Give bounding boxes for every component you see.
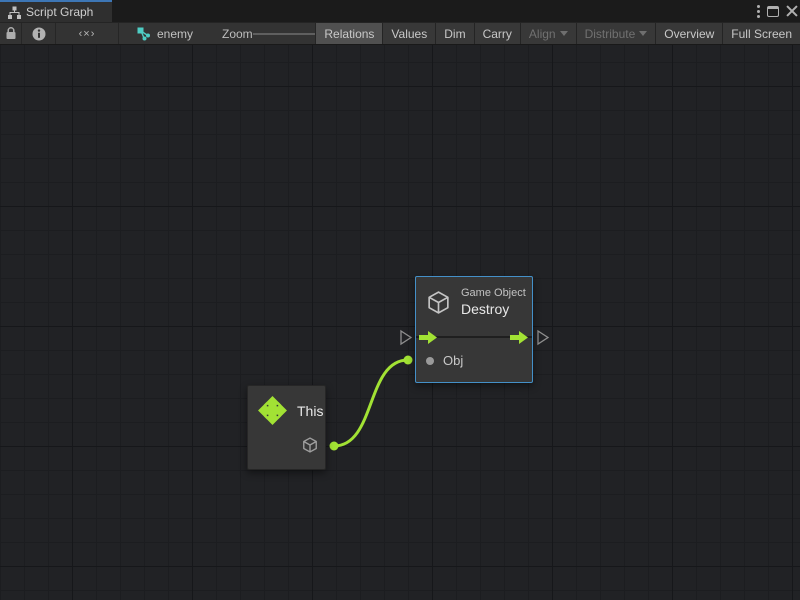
lock-button[interactable] [0,23,22,44]
port-dot-icon [426,357,434,365]
info-button[interactable] [22,23,56,44]
flow-output-port[interactable] [510,331,528,344]
carry-button[interactable]: Carry [475,23,521,44]
flow-input-port[interactable] [419,331,437,344]
full-screen-button[interactable]: Full Screen [723,23,800,44]
node-subtitle: Game Object [461,286,526,300]
kebab-menu-icon[interactable] [757,4,760,19]
connection-edge [334,360,408,446]
script-graph-window: Script Graph ‹×› [0,0,800,600]
connection-start-dot [330,442,339,451]
tab-title: Script Graph [26,5,93,19]
align-label: Align [529,27,556,41]
lock-icon [5,27,17,40]
distribute-dropdown-button[interactable]: Distribute [577,23,657,44]
maximize-icon[interactable] [767,6,779,17]
destroy-node-header: Game Object Destroy [425,286,526,318]
info-icon [32,27,46,41]
relations-button[interactable]: Relations [316,23,383,44]
this-arrows-icon [257,395,288,426]
close-icon[interactable] [786,5,798,17]
destroy-node[interactable]: Game Object Destroy Obj [415,276,533,383]
graph-hierarchy-icon [8,6,21,19]
chevron-down-icon [560,31,568,36]
port-label: Obj [443,353,463,368]
align-dropdown-button[interactable]: Align [521,23,577,44]
this-node-header: This [257,395,323,426]
flow-input-indicator-icon [401,331,411,344]
carets-toggle-button[interactable]: ‹×› [56,23,119,44]
connection-end-dot [404,356,413,365]
values-button[interactable]: Values [383,23,436,44]
node-title: Destroy [461,300,526,318]
game-object-cube-icon [425,289,452,316]
graph-canvas[interactable]: Game Object Destroy Obj [0,45,800,600]
this-node[interactable]: This [247,385,326,470]
node-title: This [297,403,323,419]
destroy-node-titles: Game Object Destroy [461,286,526,318]
toolbar-buttons: Relations Values Dim Carry Align Distrib… [315,23,800,44]
edges-layer [0,45,800,600]
flow-output-indicator-icon [538,331,548,344]
distribute-label: Distribute [585,27,636,41]
tab-bar: Script Graph [0,0,800,22]
zoom-label: Zoom [222,23,253,44]
graph-asset-icon [137,27,151,41]
graph-toolbar: ‹×› enemy Zoom 1x Relations Values Dim C… [0,22,800,45]
graph-reference[interactable]: enemy [137,23,193,44]
carets-glyph-icon: ‹×› [79,28,96,40]
window-controls [757,0,798,22]
dim-button[interactable]: Dim [436,23,474,44]
obj-input-port[interactable]: Obj [426,353,463,368]
chevron-down-icon [639,31,647,36]
overview-button[interactable]: Overview [656,23,723,44]
game-object-output-port[interactable] [301,436,319,454]
graph-name: enemy [157,27,193,41]
tab-script-graph[interactable]: Script Graph [0,0,112,22]
